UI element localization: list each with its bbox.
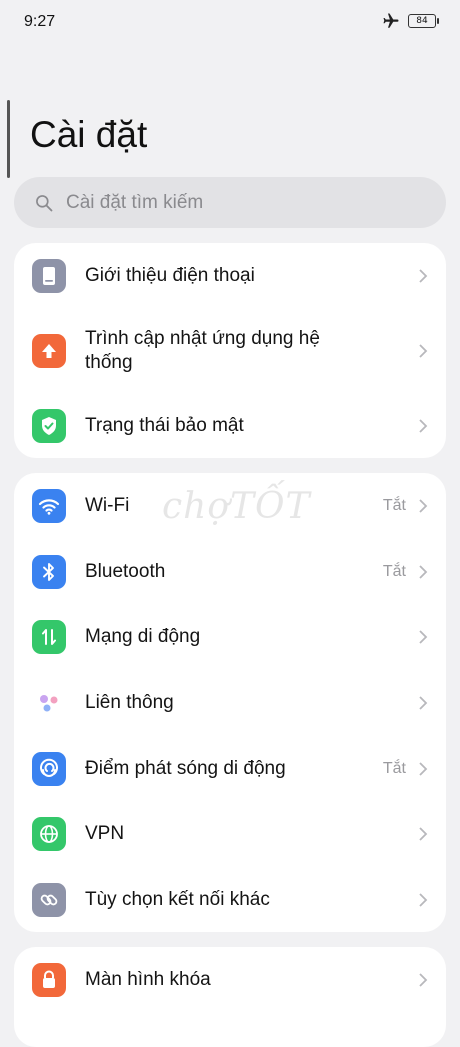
settings-item-vpn[interactable]: VPN	[14, 813, 446, 855]
settings-item-label: VPN	[85, 823, 125, 844]
settings-item-hotspot[interactable]: Điểm phát sóng di động Tắt	[14, 748, 446, 790]
settings-item-mobile-network[interactable]: Mạng di động	[14, 616, 446, 658]
lock-icon	[32, 963, 66, 997]
search-placeholder: Cài đặt tìm kiếm	[66, 191, 204, 213]
update-arrow-icon	[32, 334, 66, 368]
status-bar: 9:27 84	[0, 0, 460, 46]
settings-item-bluetooth[interactable]: Bluetooth Tắt	[14, 551, 446, 593]
battery-level: 84	[416, 16, 428, 26]
chevron-right-icon	[419, 499, 428, 513]
settings-item-label: Bluetooth	[85, 561, 166, 582]
settings-item-value: Tắt	[382, 563, 406, 580]
settings-item-label: Trình cập nhật ứng dụng hệ thống	[85, 328, 320, 373]
wifi-icon	[32, 489, 66, 523]
mobile-data-icon	[32, 620, 66, 654]
settings-item-label: Giới thiệu điện thoại	[85, 265, 255, 286]
hotspot-icon	[32, 752, 66, 786]
page-title: Cài đặt	[30, 114, 148, 155]
bluetooth-icon	[32, 555, 66, 589]
settings-group-connections: Wi-Fi Tắt Bluetooth Tắt Mạng di động Liê…	[14, 473, 446, 932]
settings-item-label: Trạng thái bảo mật	[85, 415, 244, 436]
settings-item-label: Màn hình khóa	[85, 969, 211, 990]
settings-item-system-update[interactable]: Trình cập nhật ứng dụng hệ thống	[14, 325, 446, 377]
chevron-right-icon	[419, 893, 428, 907]
search-icon	[36, 194, 53, 211]
chevron-right-icon	[419, 696, 428, 710]
chevron-right-icon	[419, 269, 428, 283]
scroll-indicator	[7, 100, 10, 178]
phone-icon	[32, 259, 66, 293]
settings-item-value: Tắt	[382, 760, 406, 777]
chevron-right-icon	[419, 419, 428, 433]
settings-item-label: Điểm phát sóng di động	[85, 758, 286, 779]
chevron-right-icon	[419, 630, 428, 644]
settings-item-label: Mạng di động	[85, 626, 201, 647]
settings-item-other-connections[interactable]: Tùy chọn kết nối khác	[14, 879, 446, 921]
battery-icon: 84	[408, 14, 439, 28]
settings-group-lockscreen: Màn hình khóa	[14, 947, 446, 1047]
airplane-mode-icon	[383, 13, 399, 28]
settings-group-device: Giới thiệu điện thoại Trình cập nhật ứng…	[14, 243, 446, 458]
watermark: chợTỐT	[162, 486, 311, 527]
settings-item-label: Tùy chọn kết nối khác	[85, 889, 270, 910]
globe-icon	[32, 817, 66, 851]
chevron-right-icon	[419, 565, 428, 579]
chevron-right-icon	[419, 762, 428, 776]
chevron-right-icon	[419, 827, 428, 841]
settings-item-label: Liên thông	[85, 692, 174, 713]
settings-item-label: Wi-Fi	[85, 495, 130, 516]
status-icons: 84	[382, 12, 439, 30]
search-input[interactable]: Cài đặt tìm kiếm	[14, 177, 446, 228]
settings-item-value: Tắt	[382, 497, 406, 514]
settings-item-connectivity[interactable]: Liên thông	[14, 682, 446, 724]
link-icon	[32, 883, 66, 917]
settings-item-security-status[interactable]: Trạng thái bảo mật	[14, 405, 446, 447]
chevron-right-icon	[419, 344, 428, 358]
settings-item-lock-screen[interactable]: Màn hình khóa	[14, 959, 446, 1001]
shield-check-icon	[32, 409, 66, 443]
connect-dots-icon	[32, 686, 66, 720]
settings-item-about-phone[interactable]: Giới thiệu điện thoại	[14, 255, 446, 297]
chevron-right-icon	[419, 973, 428, 987]
status-time: 9:27	[24, 13, 56, 30]
